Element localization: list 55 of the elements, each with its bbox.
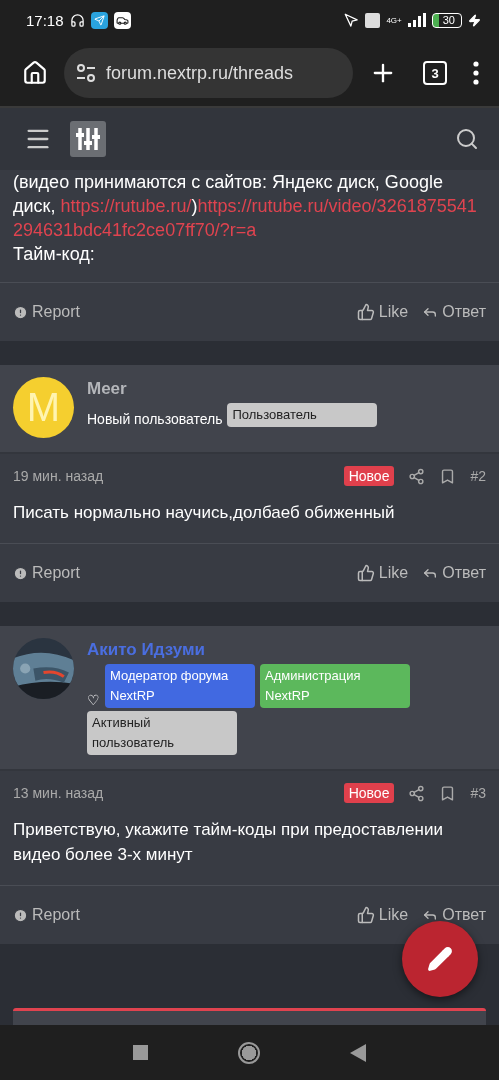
home-nav-button[interactable] — [238, 1041, 260, 1064]
report-link[interactable]: Report — [13, 564, 81, 582]
username[interactable]: Meer — [87, 379, 486, 399]
thumbs-up-icon — [356, 303, 375, 321]
car-icon — [113, 11, 131, 29]
post-number[interactable]: #3 — [470, 785, 486, 801]
post-text: Писать нормально научись,долбаеб обиженный — [12, 502, 396, 524]
alert-icon — [13, 565, 28, 581]
network-type: 4G+ — [386, 15, 402, 25]
user-badge: Модератор форума NextRP — [105, 664, 255, 708]
post-text: Тайм-код: — [13, 243, 96, 266]
post-number[interactable]: #2 — [470, 468, 486, 484]
url-text[interactable]: forum.nextrp.ru/threads — [106, 62, 294, 84]
charging-icon — [468, 13, 481, 27]
clock: 17:18 — [26, 11, 64, 29]
reply-link[interactable]: Ответ — [422, 303, 486, 321]
thumbs-up-icon — [356, 906, 375, 924]
post-text: (видео принимаются с сайтов: Яндекс диск, Google диск, https://rutube.ru/)https://rutube.ru/video/3261875541294631bdc41fc2ce07ff70/?r=a — [13, 171, 478, 242]
new-label: Новое — [343, 466, 395, 486]
post-text: Приветствую, укажите тайм-коды при предоставлении видео более 3-х минут — [12, 819, 444, 866]
post-time[interactable]: 19 мин. назад — [13, 468, 104, 484]
user-badge: Администрация NextRP — [260, 664, 410, 708]
more-menu-icon[interactable] — [473, 61, 479, 85]
search-icon[interactable] — [455, 127, 479, 151]
reply-link[interactable]: Ответ — [422, 564, 486, 582]
user-title: ♡ — [87, 692, 100, 708]
alert-icon — [13, 304, 28, 320]
like-link[interactable]: Like — [356, 906, 409, 924]
address-bar[interactable]: forum.nextrp.ru/threads — [64, 48, 353, 98]
like-link[interactable]: Like — [356, 303, 409, 321]
location-icon — [344, 12, 360, 28]
pencil-icon — [427, 946, 453, 972]
share-icon[interactable] — [408, 784, 426, 802]
user-title: Новый пользователь — [87, 411, 223, 427]
tab-count-button[interactable]: 3 — [423, 61, 447, 85]
sliders-icon[interactable] — [70, 121, 106, 157]
signal-icon — [407, 13, 426, 27]
share-icon[interactable] — [408, 467, 426, 485]
compose-button[interactable] — [402, 921, 478, 997]
alert-icon — [13, 907, 28, 923]
post-time[interactable]: 13 мин. назад — [13, 785, 104, 801]
like-link[interactable]: Like — [356, 564, 409, 582]
new-label: Новое — [343, 783, 395, 803]
report-link[interactable]: Report — [13, 303, 81, 321]
user-badge: Активный пользователь — [87, 711, 237, 755]
user-badge: Пользователь — [227, 403, 378, 427]
headphones-icon — [69, 12, 85, 28]
battery-indicator: 30 — [431, 12, 462, 28]
site-settings-icon[interactable] — [76, 64, 96, 82]
telegram-icon — [90, 11, 108, 29]
home-icon[interactable] — [22, 60, 48, 86]
reply-link[interactable]: Ответ — [422, 906, 486, 924]
back-button[interactable] — [350, 1043, 366, 1062]
thumbs-up-icon — [356, 564, 375, 582]
report-link[interactable]: Report — [13, 906, 81, 924]
